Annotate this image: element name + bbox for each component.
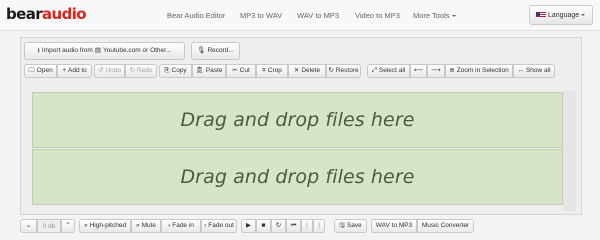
bracket-right-icon: ] bbox=[318, 221, 320, 229]
refresh-icon: ↻ bbox=[328, 66, 334, 74]
crop-icon: ⌗ bbox=[262, 66, 266, 74]
expand-icon: ⤢ bbox=[371, 66, 377, 74]
record-button[interactable]: 🎙︎ Record... bbox=[191, 42, 240, 60]
us-flag-icon bbox=[536, 12, 546, 18]
nav-link-bear-audio-editor[interactable]: Bear Audio Editor bbox=[167, 11, 225, 20]
paste-icon: 📋︎ bbox=[195, 66, 204, 74]
arrow-right-icon: ⟶ bbox=[431, 66, 441, 74]
save-button[interactable]: 🖫︎ Save bbox=[334, 219, 367, 233]
nav-link-mp3-to-wav[interactable]: MP3 to WAV bbox=[240, 11, 282, 20]
select-all-button[interactable]: ⤢ Select all bbox=[367, 64, 410, 78]
wav-to-mp3-button[interactable]: WAV to MP3 bbox=[371, 219, 417, 233]
mute-button[interactable]: » Mute bbox=[131, 219, 161, 233]
music-converter-button[interactable]: Music Converter bbox=[417, 219, 474, 233]
drop-zone-top[interactable]: Drag and drop files here bbox=[32, 92, 563, 148]
fade-out-button[interactable]: › Fade out bbox=[201, 219, 237, 233]
nav-link-more-tools[interactable]: More Tools bbox=[413, 11, 456, 20]
move-left-button[interactable]: ⟵ bbox=[410, 64, 427, 78]
copy-button[interactable]: ⎘ Copy bbox=[159, 64, 192, 78]
microphone-icon: 🎙︎ bbox=[197, 46, 206, 54]
zoom-in-icon: ⊕ bbox=[449, 66, 455, 74]
chevron-down-icon bbox=[451, 15, 456, 17]
fade-out-icon: › bbox=[204, 221, 207, 229]
chevrons-up-icon: » bbox=[83, 221, 88, 229]
paste-button[interactable]: 📋︎ Paste bbox=[192, 64, 226, 78]
chevron-down-icon: ⌄ bbox=[25, 221, 32, 229]
high-pitched-button[interactable]: » High-pitched bbox=[79, 219, 131, 233]
undo-button[interactable]: ↺ Undo bbox=[94, 64, 125, 78]
crop-button[interactable]: ⌗ Crop bbox=[256, 64, 288, 78]
close-icon: ✕ bbox=[293, 66, 300, 74]
save-icon: 🖫︎ bbox=[339, 221, 345, 229]
volume-up-button[interactable]: ⌃ bbox=[61, 219, 75, 233]
redo-icon: ↻ bbox=[129, 66, 135, 74]
zoom-selection-button[interactable]: ⊕ Zoom in Selection bbox=[445, 64, 513, 78]
drop-zone-bottom[interactable]: Drag and drop files here bbox=[32, 149, 563, 205]
open-button[interactable]: 🗀︎ Open bbox=[24, 64, 57, 78]
restore-button[interactable]: ↻ Restore bbox=[326, 64, 361, 78]
undo-icon: ↺ bbox=[98, 66, 104, 74]
move-right-button[interactable]: ⟶ bbox=[427, 64, 445, 78]
import-icon: ⭳ bbox=[37, 46, 40, 54]
fade-in-button[interactable]: ‹ Fade in bbox=[161, 219, 201, 233]
mute-icon: » bbox=[135, 221, 140, 229]
cut-button[interactable]: ✂︎ Cut bbox=[226, 64, 256, 78]
arrows-horizontal-icon: ↔ bbox=[517, 66, 524, 74]
plus-icon: + bbox=[62, 66, 66, 74]
redo-button[interactable]: ↻ Redo bbox=[125, 64, 157, 78]
show-all-button[interactable]: ↔ Show all bbox=[513, 64, 555, 78]
bracket-left-icon: [ bbox=[306, 221, 308, 229]
scissors-icon: ✂︎ bbox=[232, 66, 238, 74]
arrow-left-icon: ⟵ bbox=[413, 66, 424, 74]
marker-left-button[interactable]: [ bbox=[301, 219, 313, 233]
volume-db-field[interactable]: 0 db bbox=[37, 219, 61, 233]
delete-button[interactable]: ✕ Delete bbox=[288, 64, 326, 78]
chevron-up-icon: ⌃ bbox=[65, 221, 71, 229]
fade-in-icon: ‹ bbox=[168, 221, 171, 229]
chevron-down-icon bbox=[581, 14, 586, 16]
play-button[interactable]: ▶︎ bbox=[241, 219, 256, 233]
add-to-button[interactable]: + Add to bbox=[57, 64, 92, 78]
stop-button[interactable]: ■ bbox=[256, 219, 271, 233]
copy-icon: ⎘ bbox=[164, 66, 170, 74]
volume-down-button[interactable]: ⌄ bbox=[20, 219, 37, 233]
marker-right-button[interactable]: ] bbox=[313, 219, 325, 233]
folder-icon: 🗀︎ bbox=[28, 66, 35, 74]
skip-to-start-button[interactable]: ⏮︎ bbox=[286, 219, 301, 233]
play-icon: ▶︎ bbox=[246, 221, 251, 229]
import-youtube-button[interactable]: ⭳ Import audio from ▤ Youtube.com or Othe… bbox=[24, 42, 185, 60]
loop-button[interactable]: ↻ bbox=[271, 219, 286, 233]
repeat-icon: ↻ bbox=[275, 221, 282, 229]
language-dropdown[interactable]: Language bbox=[529, 5, 593, 25]
stop-icon: ■ bbox=[261, 221, 266, 229]
skip-back-icon: ⏮︎ bbox=[290, 221, 297, 229]
nav-link-video-to-mp3[interactable]: Video to MP3 bbox=[355, 11, 400, 20]
nav-link-wav-to-mp3[interactable]: WAV to MP3 bbox=[297, 11, 339, 20]
top-navbar: bearaudio Bear Audio Editor MP3 to WAV W… bbox=[0, 0, 600, 31]
vertical-scrollbar[interactable] bbox=[563, 91, 576, 211]
film-icon: ▤ bbox=[94, 46, 101, 54]
